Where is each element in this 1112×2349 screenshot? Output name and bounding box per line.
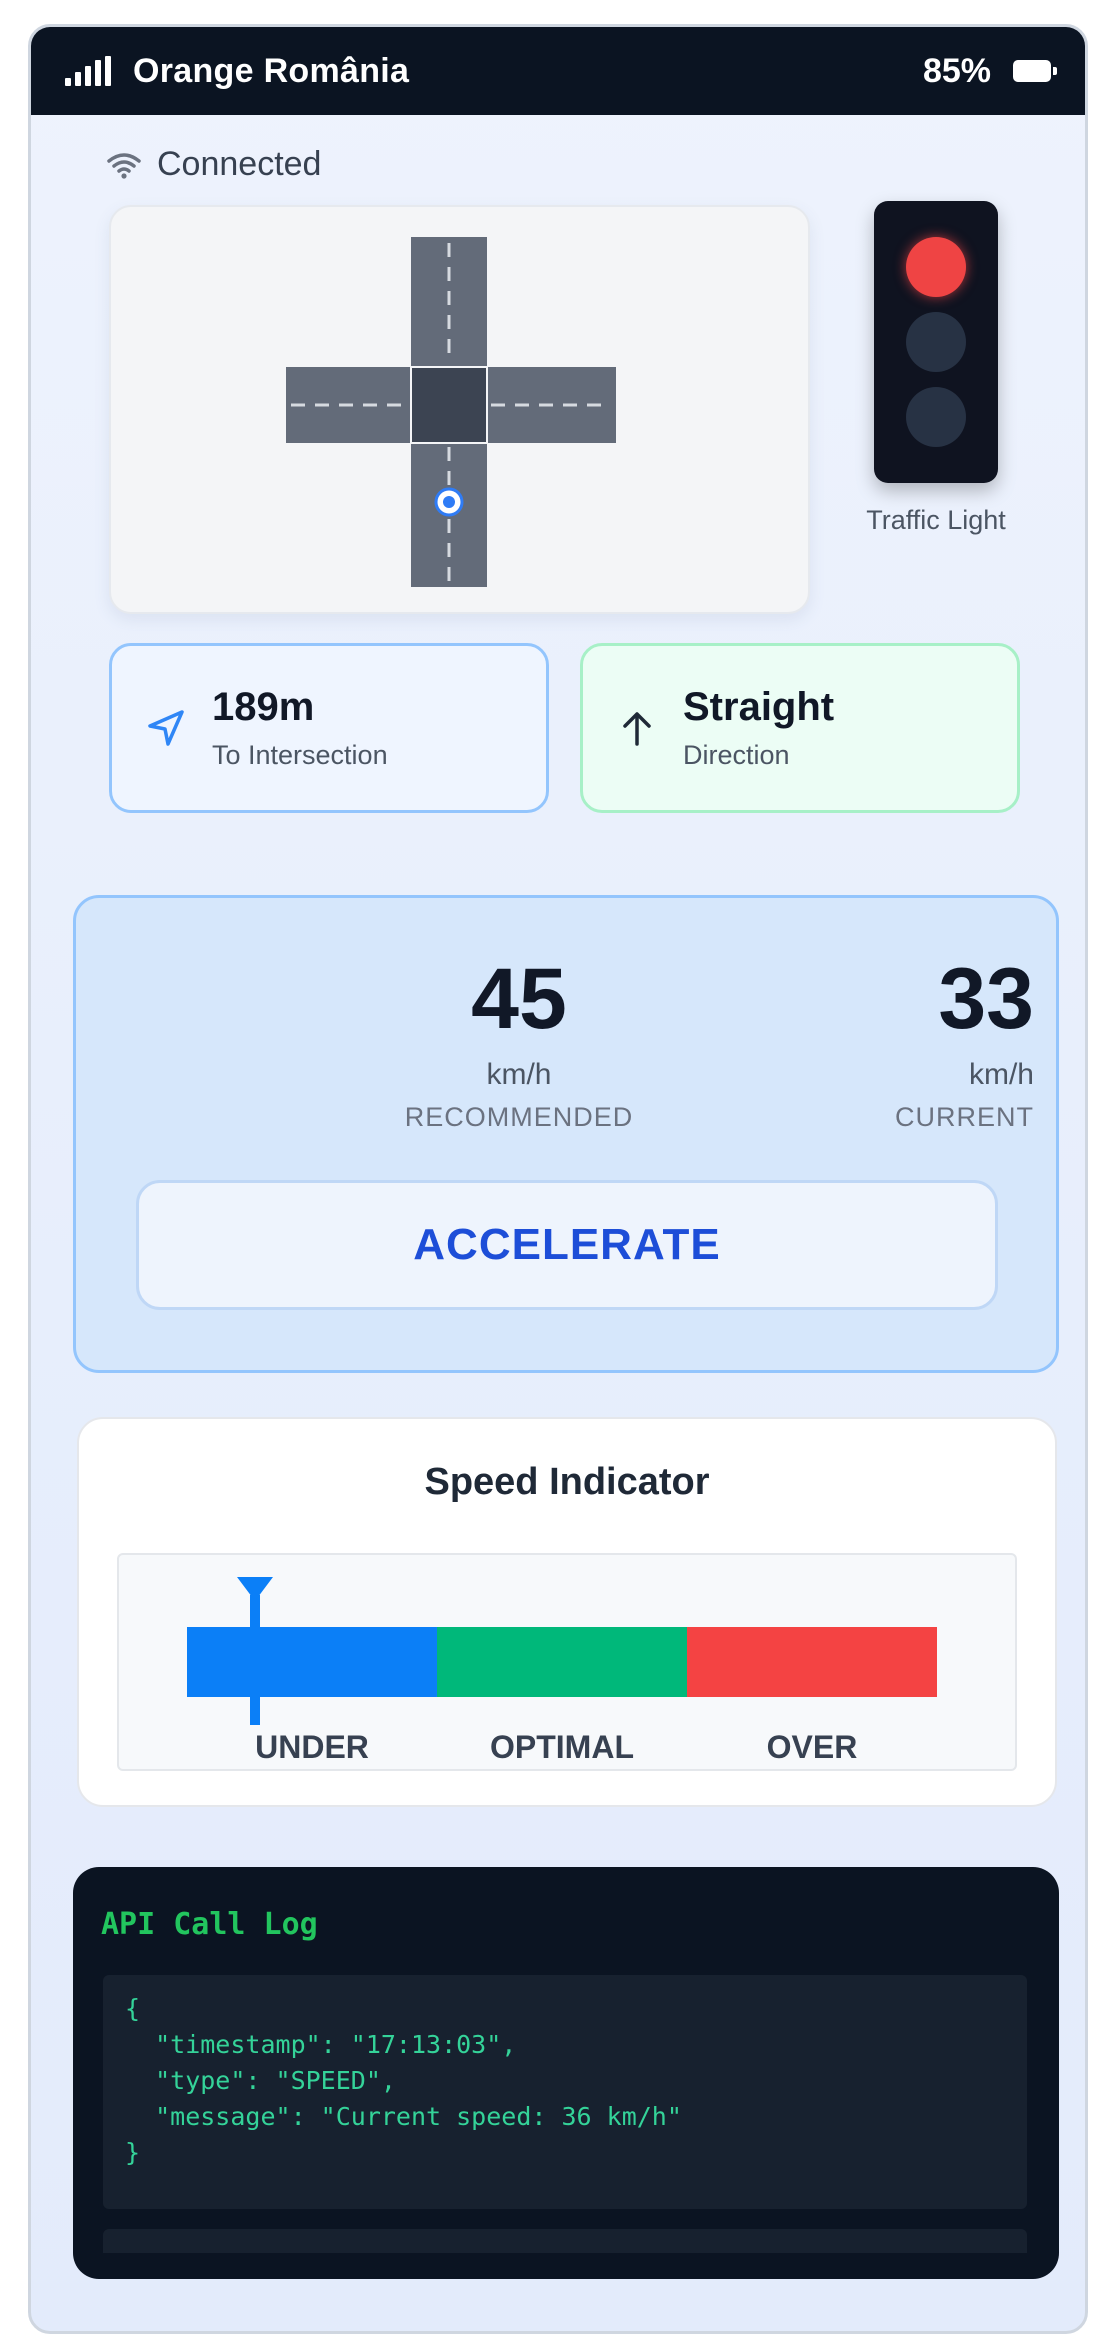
optimal-label: OPTIMAL bbox=[490, 1729, 634, 1765]
connection-status: Connected bbox=[107, 145, 321, 184]
api-log-panel: API Call Log { "timestamp": "17:13:03", … bbox=[73, 1867, 1059, 2279]
speed-marker bbox=[249, 1595, 260, 1725]
yellow-light bbox=[906, 312, 966, 372]
recommended-speed: 45 km/h RECOMMENDED bbox=[369, 956, 669, 1133]
battery-icon bbox=[1013, 60, 1057, 82]
current-speed-value: 33 bbox=[938, 951, 1034, 1047]
connection-label: Connected bbox=[157, 145, 322, 183]
log-line: "type": "SPEED", bbox=[125, 2066, 396, 2095]
api-log-entry[interactable]: { "timestamp": "17:13:03", "type": "SPEE… bbox=[103, 1975, 1027, 2209]
recommended-speed-unit: km/h bbox=[486, 1058, 552, 1091]
red-light bbox=[906, 237, 966, 297]
traffic-light-caption: Traffic Light bbox=[866, 505, 1006, 535]
accelerate-button[interactable]: ACCELERATE bbox=[136, 1180, 998, 1310]
recommended-speed-label: RECOMMENDED bbox=[404, 1102, 634, 1132]
speed-indicator-card: Speed Indicator UNDER OPTIMAL OVER bbox=[77, 1417, 1057, 1807]
recommended-speed-value: 45 bbox=[471, 951, 567, 1047]
distance-card: 189m To Intersection bbox=[109, 643, 549, 813]
carrier-name: Orange România bbox=[133, 51, 410, 90]
phone-frame: Orange România 85% Connected Traffic Lig… bbox=[28, 24, 1088, 2334]
vehicle-position-icon bbox=[434, 487, 464, 517]
speed-indicator-title: Speed Indicator bbox=[424, 1461, 710, 1503]
speed-panel: 45 km/h RECOMMENDED 33 km/h CURRENT ACCE… bbox=[73, 895, 1059, 1373]
green-light bbox=[906, 387, 966, 447]
log-line: } bbox=[125, 2138, 141, 2167]
distance-value: 189m bbox=[212, 685, 315, 729]
direction-value: Straight bbox=[683, 685, 835, 729]
traffic-light bbox=[874, 201, 998, 483]
current-speed-label: CURRENT bbox=[895, 1102, 1034, 1132]
speed-indicator-bar: UNDER OPTIMAL OVER bbox=[117, 1553, 1017, 1771]
api-log-title: API Call Log bbox=[101, 1907, 318, 1942]
intersection-graphic bbox=[286, 237, 616, 587]
signal-bars-icon bbox=[65, 56, 111, 86]
log-line: "timestamp": "17:13:03", bbox=[125, 2030, 517, 2059]
api-log-next-entry bbox=[103, 2229, 1027, 2253]
current-speed-unit: km/h bbox=[968, 1058, 1034, 1091]
arrow-up-icon bbox=[623, 712, 651, 746]
under-label: UNDER bbox=[255, 1729, 369, 1765]
over-segment bbox=[687, 1627, 937, 1697]
optimal-segment bbox=[437, 1627, 687, 1697]
status-bar: Orange România 85% bbox=[31, 27, 1085, 115]
battery-percent: 85% bbox=[922, 51, 991, 90]
navigation-arrow-icon bbox=[148, 710, 184, 746]
over-label: OVER bbox=[766, 1729, 858, 1765]
speed-marker-arrow-icon bbox=[236, 1577, 273, 1601]
direction-card: Straight Direction bbox=[580, 643, 1020, 813]
current-speed: 33 km/h CURRENT bbox=[864, 956, 1034, 1133]
distance-label: To Intersection bbox=[212, 740, 388, 770]
under-segment bbox=[187, 1627, 437, 1697]
intersection-map bbox=[109, 205, 810, 614]
direction-label: Direction bbox=[683, 740, 790, 770]
wifi-icon bbox=[107, 152, 141, 179]
log-line: { bbox=[125, 1994, 141, 2023]
log-line: "message": "Current speed: 36 km/h" bbox=[125, 2102, 682, 2131]
